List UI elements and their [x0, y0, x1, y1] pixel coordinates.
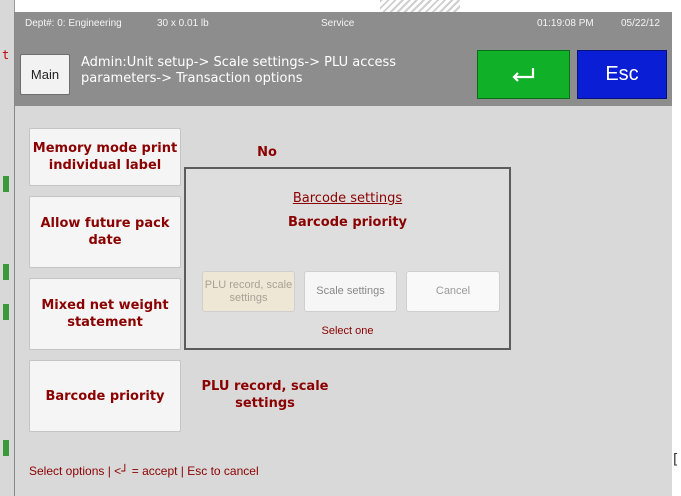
background-text-fragment: t: [2, 48, 10, 62]
date-label: 05/22/12: [621, 18, 660, 29]
background-decoration: [3, 176, 9, 192]
option-memory-mode-print-button[interactable]: Memory mode print individual label: [29, 128, 181, 186]
esc-button[interactable]: Esc: [577, 50, 667, 99]
footer-prefix: Select options | <: [29, 464, 122, 478]
plu-record-scale-settings-button[interactable]: PLU record, scale settings: [202, 271, 295, 312]
dialog-title: Barcode settings: [292, 191, 403, 206]
accept-button[interactable]: [477, 50, 570, 99]
button-label: Cancel: [435, 285, 471, 297]
enter-return-icon: [511, 67, 534, 82]
button-label: Scale settings: [316, 285, 385, 297]
dialog-subtitle: Barcode priority: [287, 215, 408, 230]
dialog-hint: Select one: [321, 325, 374, 337]
background-decoration: [3, 440, 9, 456]
scale-app-window: Dept#: 0: Engineering 30 x 0.01 lb Servi…: [14, 12, 672, 496]
footer-suffix: = accept | Esc to cancel: [128, 464, 259, 478]
option-mixed-net-weight-button[interactable]: Mixed net weight statement: [29, 278, 181, 350]
header-bar: Dept#: 0: Engineering 30 x 0.01 lb Servi…: [15, 12, 672, 106]
button-label: PLU record, scale settings: [204, 278, 293, 304]
barcode-settings-dialog: Barcode settings Barcode priority PLU re…: [184, 167, 511, 350]
background-window-edge: t: [0, 0, 15, 496]
time-label: 01:19:08 PM: [537, 18, 594, 29]
option-label: Mixed net weight statement: [41, 298, 169, 330]
option-label: Allow future pack date: [40, 216, 170, 248]
option-barcode-priority-button[interactable]: Barcode priority: [29, 360, 181, 432]
main-button[interactable]: Main: [20, 54, 70, 95]
text-cursor-icon: [: [671, 452, 680, 468]
tare-label: 30 x 0.01 lb: [157, 18, 209, 29]
breadcrumb: Admin:Unit setup-> Scale settings-> PLU …: [81, 55, 397, 86]
footer-instructions: Select options | <┘ = accept | Esc to ca…: [29, 464, 259, 478]
option-label: Memory mode print individual label: [32, 141, 178, 173]
option-value: No: [257, 145, 277, 160]
department-label: Dept#: 0: Engineering: [25, 18, 122, 29]
background-decoration: [3, 304, 9, 320]
background-pattern: [380, 0, 460, 12]
status-bar: Dept#: 0: Engineering 30 x 0.01 lb Servi…: [15, 16, 672, 34]
mode-label: Service: [321, 18, 355, 29]
option-label: Barcode priority: [45, 388, 165, 404]
scale-settings-button[interactable]: Scale settings: [304, 271, 397, 312]
background-decoration: [3, 264, 9, 280]
cancel-button[interactable]: Cancel: [406, 271, 500, 312]
option-allow-future-pack-date-button[interactable]: Allow future pack date: [29, 196, 181, 268]
option-value: PLU record, scale settings: [201, 379, 329, 411]
